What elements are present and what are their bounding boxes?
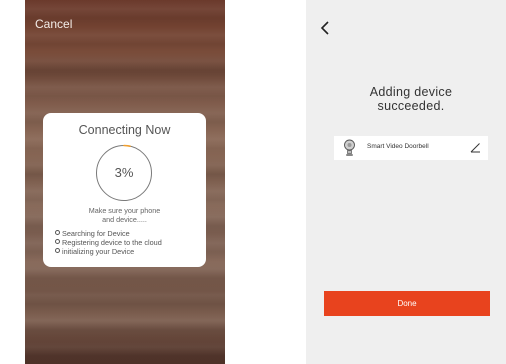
- success-title: Adding device succeeded.: [316, 85, 506, 113]
- screenshot-canvas: Cancel Connecting Now 3% Make sure your …: [0, 0, 506, 364]
- success-screen: Adding device succeeded. Smart Video Doo…: [306, 0, 506, 364]
- progress-percent: 3%: [114, 165, 134, 180]
- connecting-screen: Cancel Connecting Now 3% Make sure your …: [25, 0, 225, 364]
- doorbell-icon: [344, 139, 355, 156]
- step-item: initializing your Device: [55, 247, 162, 256]
- success-title-line-1: Adding device: [369, 85, 453, 99]
- device-name-row[interactable]: Smart Video Doorbell: [334, 136, 488, 160]
- connecting-title: Connecting Now: [78, 123, 171, 137]
- pencil-icon[interactable]: [470, 142, 481, 153]
- step-item: Registering device to the cloud: [55, 238, 162, 247]
- device-name: Smart Video Doorbell: [367, 143, 429, 150]
- connecting-dialog: Connecting Now 3% Make sure your phone a…: [43, 113, 206, 267]
- hint-line-2: and device.....: [102, 215, 147, 224]
- step-label: Registering device to the cloud: [62, 238, 162, 248]
- connection-steps: Searching for Device Registering device …: [55, 229, 162, 257]
- circle-bullet-icon: [55, 248, 60, 254]
- done-button[interactable]: Done: [324, 291, 490, 316]
- step-item: Searching for Device: [55, 229, 162, 238]
- chevron-left-icon[interactable]: [319, 21, 331, 35]
- step-label: initializing your Device: [62, 247, 135, 257]
- circle-bullet-icon: [55, 239, 60, 245]
- success-title-line-2: succeeded.: [377, 99, 445, 113]
- connection-hint: Make sure your phone and device.....: [43, 206, 206, 224]
- step-label: Searching for Device: [62, 229, 130, 238]
- circle-bullet-icon: [55, 230, 60, 235]
- cancel-button[interactable]: Cancel: [35, 17, 72, 31]
- hint-line-1: Make sure your phone: [88, 206, 161, 215]
